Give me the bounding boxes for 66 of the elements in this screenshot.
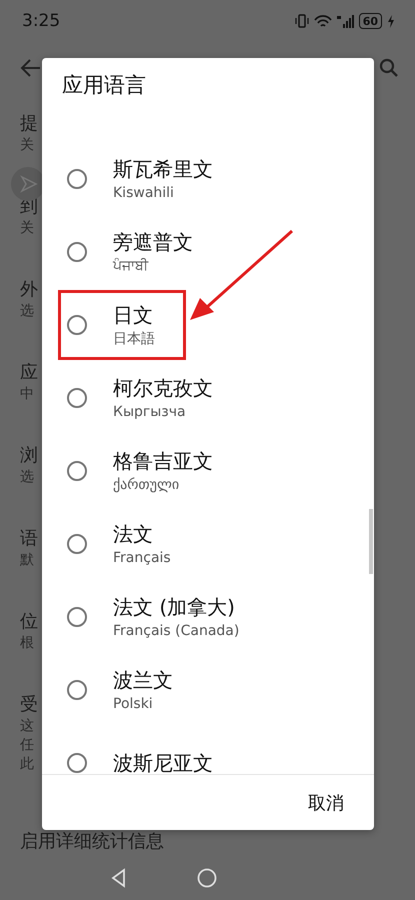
- back-nav-icon[interactable]: [110, 868, 127, 888]
- setting-title: 应: [20, 361, 38, 385]
- native-name: Kiswahili: [113, 184, 175, 204]
- radio-button[interactable]: [67, 315, 87, 336]
- language-option[interactable]: 旁遮普文 ਪੰਜਾਬੀ: [42, 216, 374, 289]
- radio-button[interactable]: [67, 680, 87, 700]
- battery-level: 60: [358, 13, 382, 29]
- signal-icon: [336, 14, 354, 28]
- native-name: Français (Canada): [113, 622, 240, 642]
- radio-button[interactable]: [67, 169, 87, 190]
- setting-subtitle: 中: [20, 385, 34, 404]
- setting-title: 浏: [20, 444, 38, 468]
- setting-subtitle: 根: [20, 634, 34, 653]
- clock-time: 3:25: [22, 11, 60, 31]
- native-name: Français: [113, 549, 171, 568]
- home-icon[interactable]: [197, 868, 217, 888]
- language-option[interactable]: 波兰文 Polski: [42, 654, 374, 727]
- language-option[interactable]: 格鲁吉亚文 ქართული: [42, 434, 374, 508]
- language-name: 法文 (加拿大): [113, 594, 236, 622]
- setting-title: 受: [20, 693, 38, 717]
- radio-button[interactable]: [67, 461, 87, 482]
- setting-title: 启用详细统计信息: [20, 830, 164, 854]
- back-icon[interactable]: [20, 58, 42, 78]
- vibrate-icon: [294, 14, 309, 28]
- search-icon[interactable]: [379, 58, 399, 78]
- language-name: 斯瓦希里文: [113, 156, 213, 184]
- radio-button[interactable]: [67, 753, 87, 774]
- setting-title: 提: [20, 112, 38, 136]
- language-name: 日文: [113, 302, 154, 330]
- native-name: 日本語: [113, 330, 155, 350]
- radio-button[interactable]: [67, 388, 87, 408]
- language-name: 波斯尼亚文: [113, 750, 213, 774]
- setting-subtitle: 选: [20, 302, 34, 321]
- language-name: 法文: [113, 521, 154, 548]
- setting-title: 外: [20, 278, 38, 302]
- setting-subtitle: 选: [20, 468, 34, 487]
- language-name: 旁遮普文: [113, 229, 193, 256]
- language-option[interactable]: 柯尔克孜文 Кыргызча: [42, 362, 374, 435]
- native-name: ਪੰਜਾਬੀ: [113, 257, 150, 276]
- radio-button[interactable]: [67, 607, 87, 628]
- setting-subtitle: 关: [20, 219, 34, 238]
- setting-title: 语: [20, 527, 38, 551]
- cancel-button[interactable]: 取消: [300, 784, 352, 820]
- charging-icon: [387, 14, 395, 28]
- native-name: ქართული: [113, 476, 180, 496]
- language-option[interactable]: 法文 Français: [42, 508, 374, 581]
- native-name: Polski: [113, 695, 154, 714]
- language-name: 格鲁吉亚文: [113, 448, 213, 476]
- language-option[interactable]: 波斯尼亚文: [42, 726, 374, 774]
- wifi-icon: [314, 14, 332, 28]
- setting-subtitle: 默: [20, 551, 34, 570]
- radio-button[interactable]: [67, 242, 87, 262]
- language-option[interactable]: 法文 (加拿大) Français (Canada): [42, 580, 374, 654]
- language-option[interactable]: 日文 日本語: [42, 288, 374, 362]
- language-name: 波兰文: [113, 667, 173, 694]
- language-option[interactable]: 斯瓦希里文 Kiswahili: [42, 142, 374, 216]
- scrollbar[interactable]: [369, 508, 373, 574]
- setting-subtitle: 关: [20, 136, 34, 155]
- dialog-title: 应用语言: [61, 72, 147, 99]
- language-name: 柯尔克孜文: [113, 375, 213, 402]
- setting-subtitle: 此: [20, 755, 34, 774]
- native-name: Кыргызча: [113, 403, 187, 422]
- setting-title: 位: [20, 610, 38, 634]
- radio-button[interactable]: [67, 534, 87, 554]
- setting-subtitle: 这: [20, 717, 34, 736]
- setting-subtitle: 任: [20, 736, 34, 755]
